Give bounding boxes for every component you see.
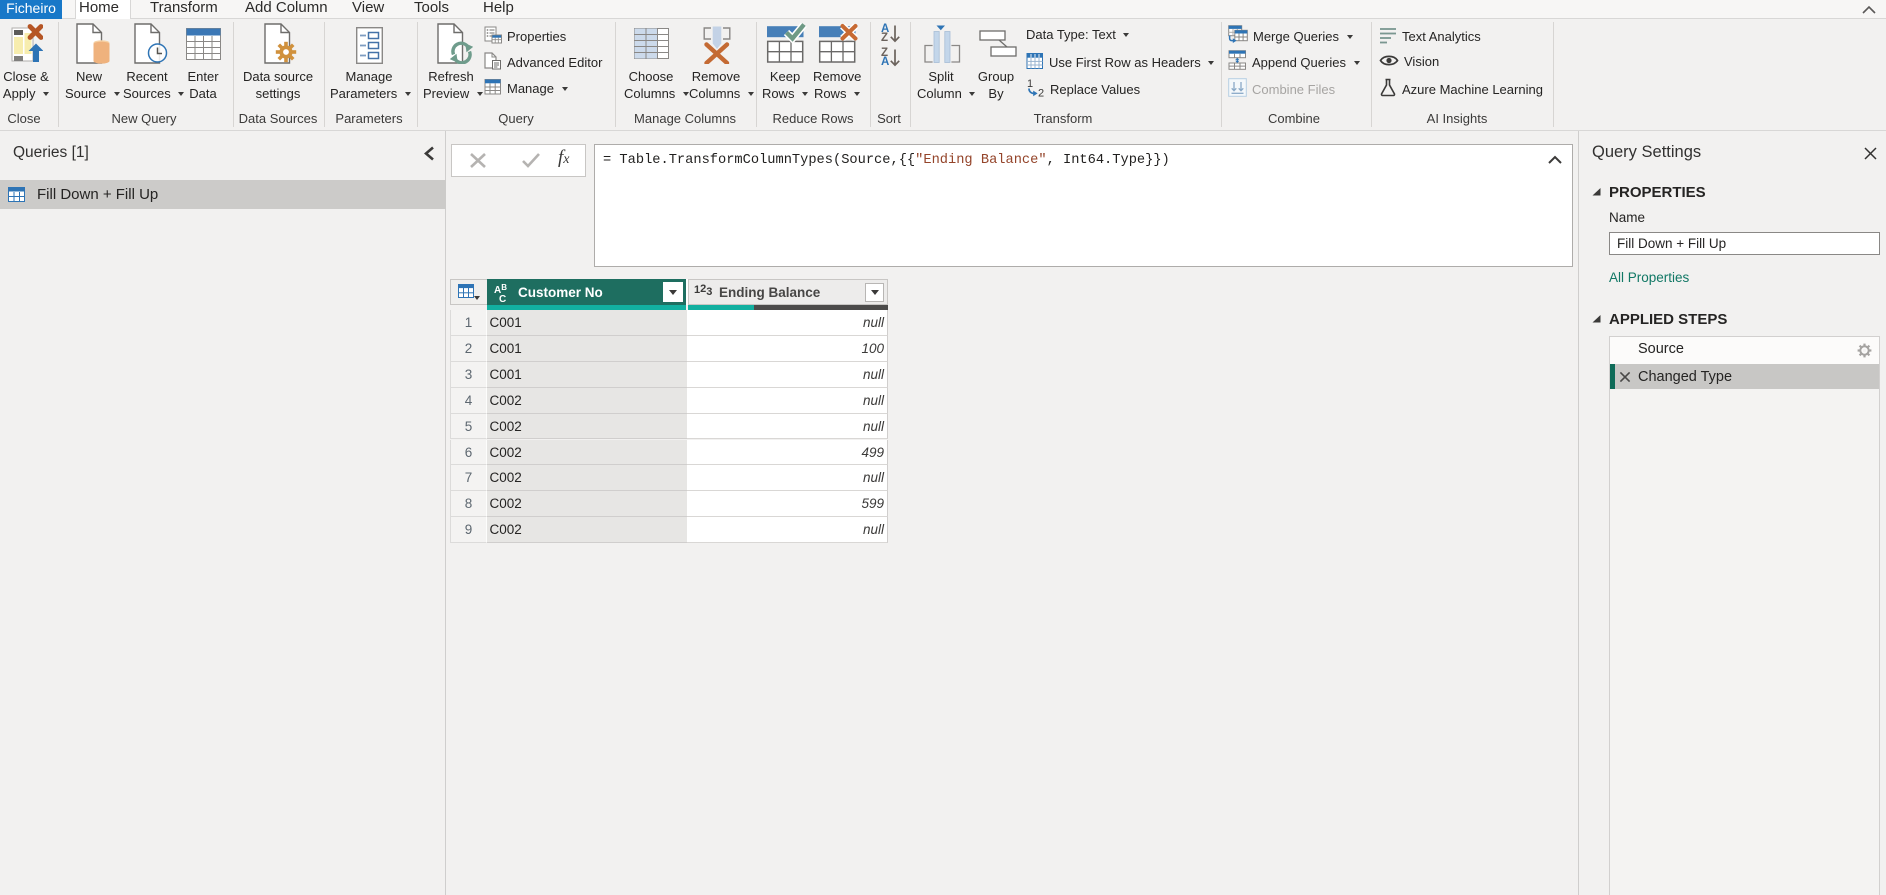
svg-text:1: 1	[1027, 78, 1033, 90]
svg-text:2: 2	[1038, 88, 1044, 98]
